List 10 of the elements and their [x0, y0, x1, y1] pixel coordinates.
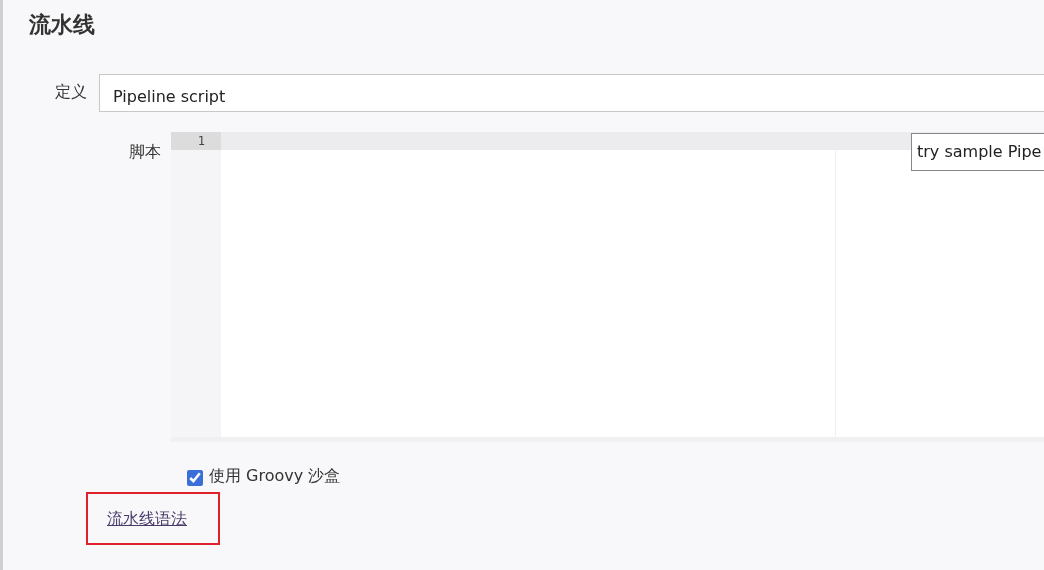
- definition-select[interactable]: Pipeline script: [99, 74, 1044, 112]
- code-editor[interactable]: 1 try sample Pipe: [171, 132, 1044, 442]
- section-title: 流水线: [29, 11, 95, 39]
- checkbox-label: 使用 Groovy 沙盒: [209, 465, 341, 487]
- field-label: 定义: [54, 81, 88, 103]
- sandbox-checkbox[interactable]: [187, 470, 203, 486]
- field-label: 脚本: [128, 141, 162, 163]
- sample-select[interactable]: try sample Pipe: [911, 133, 1044, 171]
- syntax-link[interactable]: 流水线语法: [107, 506, 187, 531]
- line-number: 1: [171, 132, 221, 150]
